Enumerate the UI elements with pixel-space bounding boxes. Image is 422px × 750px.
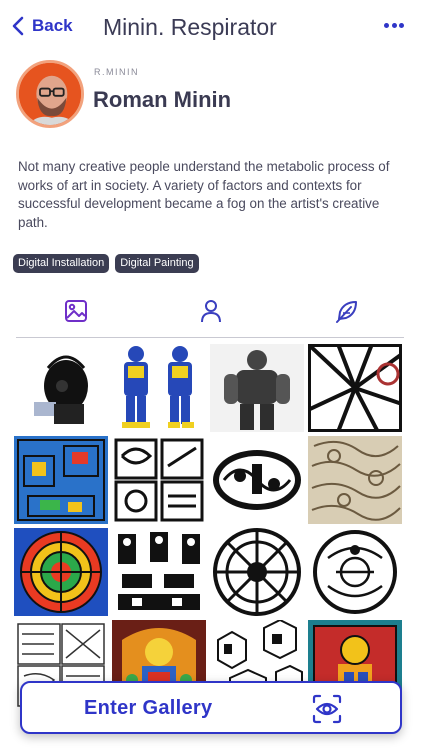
- enter-gallery-label: Enter Gallery: [84, 697, 213, 719]
- profile-bio: Not many creative people understand the …: [18, 159, 390, 230]
- profile-handle: R.MININ: [94, 67, 139, 77]
- tab-profile[interactable]: [198, 298, 224, 324]
- tag-chip[interactable]: Digital Installation: [13, 254, 110, 273]
- image-icon: [65, 300, 87, 322]
- back-label: Back: [32, 16, 73, 35]
- navigation-bar: Back Minin. Respirator: [0, 10, 422, 46]
- more-dots-icon[interactable]: [384, 23, 404, 29]
- profile-name: Roman Minin: [93, 87, 232, 112]
- gallery-tile[interactable]: [210, 528, 304, 616]
- gallery-tile[interactable]: [14, 528, 108, 616]
- enter-gallery-button[interactable]: Enter Gallery: [20, 681, 402, 734]
- eye-scan-icon: [312, 694, 342, 724]
- tab-feather[interactable]: [334, 298, 360, 324]
- back-button[interactable]: Back: [12, 16, 73, 36]
- gallery-tile[interactable]: [14, 436, 108, 524]
- gallery-tile[interactable]: [308, 344, 402, 432]
- avatar[interactable]: [16, 60, 84, 128]
- page-title: Minin. Respirator: [103, 14, 277, 40]
- profile-tabs: [16, 292, 404, 338]
- chevron-left-icon: [12, 16, 24, 36]
- gallery-tile[interactable]: [112, 528, 206, 616]
- tag-list: Digital Installation Digital Painting: [13, 254, 199, 273]
- gallery-tile[interactable]: [308, 436, 402, 524]
- gallery-tile[interactable]: [308, 528, 402, 616]
- gallery-tile[interactable]: [112, 344, 206, 432]
- tab-images[interactable]: [63, 298, 89, 324]
- gallery-tile[interactable]: [210, 436, 304, 524]
- gallery-tile[interactable]: [112, 436, 206, 524]
- gallery-tile[interactable]: [210, 344, 304, 432]
- tag-chip[interactable]: Digital Painting: [115, 254, 199, 273]
- feather-icon: [336, 301, 357, 323]
- gallery-grid: [14, 344, 408, 708]
- person-icon: [201, 300, 221, 323]
- gallery-tile[interactable]: [14, 344, 108, 432]
